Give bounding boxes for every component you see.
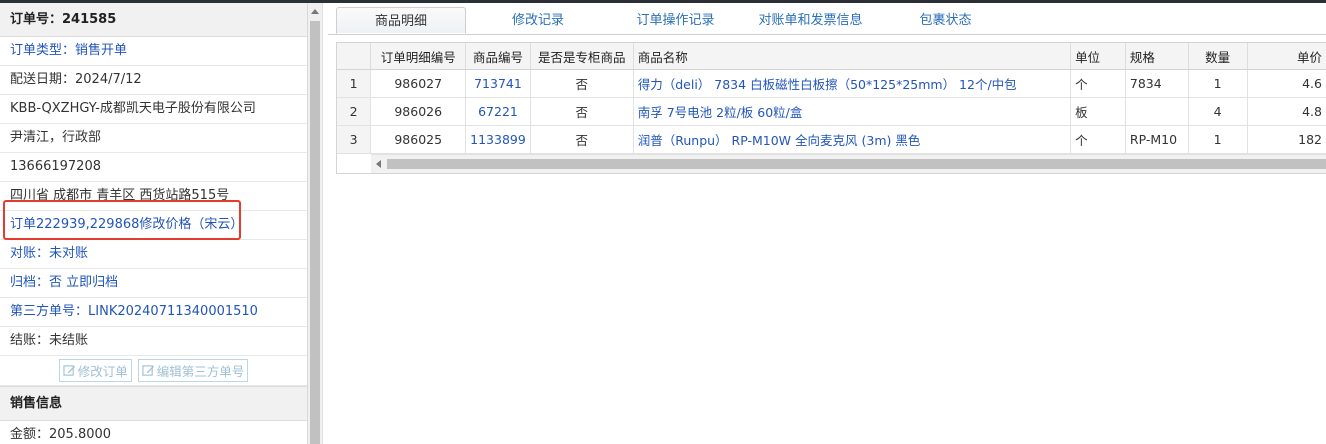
price-cell: 4.6 [1247, 69, 1326, 98]
edit-third-party-button[interactable]: 编辑第三方单号 [137, 359, 249, 382]
product-name-link[interactable]: 南孚 7号电池 2粒/板 60粒/盒 [633, 97, 1072, 126]
detail-id-cell: 986025 [370, 125, 467, 154]
tab-statement-invoice[interactable]: 对账单和发票信息 [738, 7, 883, 34]
tab-product-details[interactable]: 商品明细 [336, 7, 466, 34]
scroll-left-arrow-icon[interactable] [376, 160, 381, 168]
special-cell: 否 [530, 69, 634, 98]
unit-cell: 板 [1070, 97, 1126, 126]
tab-bar: 商品明细 修改记录 订单操作记录 对账单和发票信息 包裹状态 [328, 3, 1326, 35]
tab-order-operations[interactable]: 订单操作记录 [618, 7, 733, 34]
qty-cell: 1 [1188, 125, 1248, 154]
amount-row: 金额：205.8000 [0, 421, 307, 444]
spec-cell [1125, 97, 1189, 126]
tab-change-log[interactable]: 修改记录 [478, 7, 598, 34]
sales-info-header: 销售信息 [0, 386, 307, 421]
special-cell: 否 [530, 125, 634, 154]
product-code-link[interactable]: 67221 [465, 97, 531, 126]
unit-cell: 个 [1070, 69, 1126, 98]
scroll-up-arrow-icon[interactable] [311, 9, 319, 14]
product-name-link[interactable]: 润普（Runpu） RP-M10W 全向麦克风 (3m) 黑色 [633, 125, 1072, 154]
table-row[interactable]: 3 986025 1133899 否 润普（Runpu） RP-M10W 全向麦… [337, 125, 1326, 154]
reconcile-value[interactable]: 未对账 [49, 246, 88, 261]
product-grid: 订单明细编号 商品编号 是否是专柜商品 商品名称 单位 规格 数量 单价 1 9… [336, 42, 1326, 174]
row-number-header [337, 43, 372, 70]
third-party-label: 第三方单号： [10, 304, 89, 319]
column-header[interactable]: 商品编号 [465, 43, 531, 70]
special-cell: 否 [530, 97, 634, 126]
product-name-link[interactable]: 得力（deli） 7834 白板磁性白板擦（50*125*25mm） 12个/中… [633, 69, 1072, 98]
spec-cell: 7834 [1125, 69, 1189, 98]
archive-value[interactable]: 否 立即归档 [49, 275, 118, 290]
scrollbar-thumb[interactable] [310, 21, 320, 444]
table-header-row: 订单明细编号 商品编号 是否是专柜商品 商品名称 单位 规格 数量 单价 [337, 43, 1326, 70]
third-party-row: 第三方单号：LINK20240711340001510 [0, 298, 307, 327]
price-cell: 182 [1247, 125, 1326, 154]
unit-cell: 个 [1070, 125, 1126, 154]
order-type-label: 订单类型： [10, 43, 76, 58]
third-party-value[interactable]: LINK20240711340001510 [88, 304, 258, 319]
order-info-panel: 订单号：241585 订单类型：销售开单 配送日期：2024/7/12 KBB-… [0, 3, 308, 444]
archive-label: 归档： [10, 275, 50, 290]
settle-row: 结账：未结账 [0, 327, 307, 356]
product-table: 订单明细编号 商品编号 是否是专柜商品 商品名称 单位 规格 数量 单价 1 9… [337, 43, 1326, 154]
order-type-row: 订单类型：销售开单 [0, 37, 307, 66]
column-header[interactable]: 单价 [1247, 43, 1326, 70]
edit-third-party-label: 编辑第三方单号 [156, 364, 245, 379]
table-row[interactable]: 2 986026 67221 否 南孚 7号电池 2粒/板 60粒/盒 板 4 … [337, 97, 1326, 126]
product-code-link[interactable]: 713741 [465, 69, 531, 98]
order-actions: 修改订单 编辑第三方单号 [0, 356, 307, 386]
product-code-link[interactable]: 1133899 [465, 125, 531, 154]
phone-row: 13666197208 [0, 153, 307, 182]
company-row: KBB-QXZHGY-成都凯天电子股份有限公司 [0, 95, 307, 124]
row-number: 3 [337, 125, 372, 154]
reconcile-label: 对账： [10, 246, 50, 261]
column-header[interactable]: 是否是专柜商品 [530, 43, 634, 70]
row-number: 2 [337, 97, 372, 126]
reconcile-row: 对账：未对账 [0, 240, 307, 269]
qty-cell: 4 [1188, 97, 1248, 126]
column-header[interactable]: 规格 [1125, 43, 1189, 70]
column-header[interactable]: 数量 [1188, 43, 1248, 70]
order-type-value[interactable]: 销售开单 [75, 43, 127, 58]
left-panel-scrollbar[interactable] [307, 3, 322, 444]
detail-id-cell: 986027 [370, 69, 467, 98]
edit-icon [142, 365, 154, 376]
order-number-header: 订单号：241585 [0, 3, 307, 37]
qty-cell: 1 [1188, 69, 1248, 98]
horizontal-scrollbar-thumb[interactable] [387, 159, 1326, 169]
contact-row: 尹清江，行政部 [0, 124, 307, 153]
edit-icon [63, 365, 75, 376]
tab-package-status[interactable]: 包裹状态 [893, 7, 998, 34]
column-header[interactable]: 单位 [1070, 43, 1126, 70]
detail-id-cell: 986026 [370, 97, 467, 126]
detail-panel: 商品明细 修改记录 订单操作记录 对账单和发票信息 包裹状态 订单明细编号 商品… [328, 3, 1326, 444]
edit-order-button[interactable]: 修改订单 [58, 359, 132, 382]
note-highlight-box [3, 200, 241, 240]
horizontal-scrollbar[interactable] [371, 154, 1326, 173]
delivery-date-row: 配送日期：2024/7/12 [0, 66, 307, 95]
table-row[interactable]: 1 986027 713741 否 得力（deli） 7834 白板磁性白板擦（… [337, 69, 1326, 98]
column-header[interactable]: 商品名称 [633, 43, 1072, 70]
edit-order-label: 修改订单 [77, 364, 128, 379]
column-header[interactable]: 订单明细编号 [370, 43, 467, 70]
spec-cell: RP-M10 [1125, 125, 1189, 154]
price-cell: 4.8 [1247, 97, 1326, 126]
row-number: 1 [337, 69, 372, 98]
archive-row: 归档：否 立即归档 [0, 269, 307, 298]
